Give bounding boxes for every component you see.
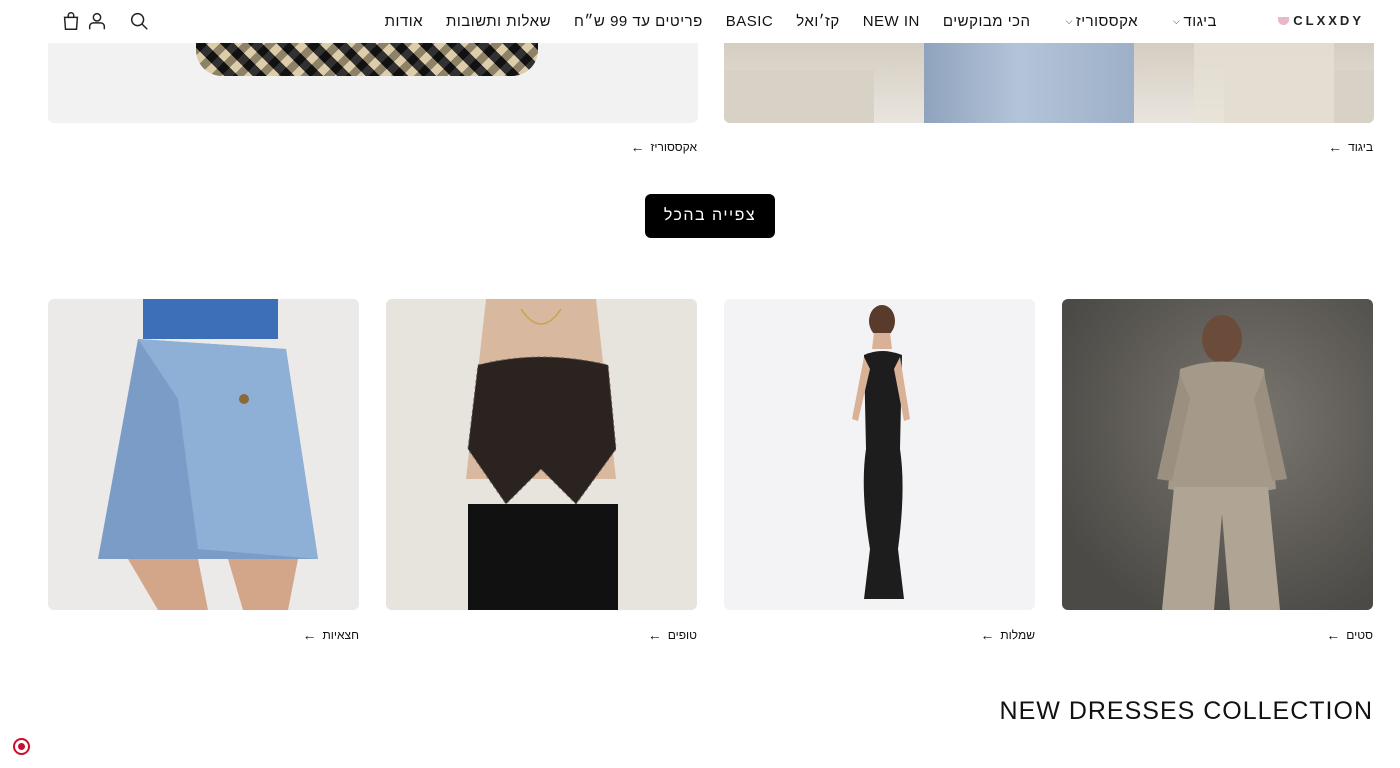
- dresses-photo: [852, 305, 910, 599]
- arrow-left-icon: ←: [630, 139, 645, 155]
- site-logo[interactable]: CLXXDY: [1278, 13, 1364, 28]
- category-link-sets[interactable]: סטים ←: [1326, 628, 1373, 642]
- category-label: חצאיות: [322, 628, 360, 642]
- header-icons: [58, 8, 152, 34]
- banner-ledge: [724, 70, 874, 123]
- category-link-tops[interactable]: טופים ←: [648, 628, 697, 642]
- nav-label: ביגוד: [1183, 13, 1217, 30]
- search-icon[interactable]: [126, 8, 152, 34]
- category-card-sets[interactable]: [1062, 299, 1373, 610]
- nav-label: שאלות ותשובות: [446, 13, 552, 30]
- arrow-left-icon: ←: [302, 627, 317, 643]
- nav-item-clothing[interactable]: ביגוד ⌵: [1173, 13, 1217, 30]
- nav-item-accessories[interactable]: אקססוריז ⌵: [1066, 13, 1138, 30]
- arrow-left-icon: ←: [1328, 139, 1343, 155]
- category-card-dresses[interactable]: [724, 299, 1035, 610]
- nav-item-about[interactable]: אודות: [385, 13, 423, 30]
- arrow-left-icon: ←: [980, 627, 995, 643]
- nav-item-casual[interactable]: קז׳ואל: [796, 13, 839, 30]
- nav-item-bestsellers[interactable]: הכי מבוקשים: [943, 13, 1031, 30]
- logo-mark-icon: [1278, 16, 1290, 25]
- nav-item-faq[interactable]: שאלות ותשובות: [446, 13, 551, 30]
- skirts-photo: [98, 299, 318, 610]
- banner-clothing-link[interactable]: ביגוד ←: [1328, 140, 1373, 154]
- category-card-skirts[interactable]: [48, 299, 359, 610]
- arrow-left-icon: ←: [1326, 627, 1341, 643]
- category-label: טופים: [667, 628, 697, 642]
- banner-label: אקססוריז: [650, 140, 697, 154]
- accessibility-icon[interactable]: [13, 738, 30, 755]
- nav-item-basic[interactable]: BASIC: [726, 13, 774, 30]
- logo-text: CLXXDY: [1293, 13, 1364, 28]
- category-label: שמלות: [1000, 628, 1035, 642]
- sets-photo: [1157, 315, 1287, 610]
- chevron-down-icon: ⌵: [1065, 16, 1073, 26]
- nav-label: קז׳ואל: [796, 13, 840, 30]
- nav-label: אקססוריז: [1075, 13, 1139, 30]
- nav-label: NEW IN: [862, 13, 920, 30]
- category-link-dresses[interactable]: שמלות ←: [980, 628, 1035, 642]
- nav-item-new-in[interactable]: NEW IN: [863, 13, 920, 30]
- tops-photo: [466, 299, 618, 610]
- account-icon[interactable]: [84, 8, 110, 34]
- nav-label: הכי מבוקשים: [942, 13, 1031, 30]
- nav-label: BASIC: [725, 13, 774, 30]
- category-link-skirts[interactable]: חצאיות ←: [303, 628, 360, 642]
- section-title: NEW DRESSES COLLECTION: [999, 697, 1373, 725]
- chevron-down-icon: ⌵: [1173, 16, 1181, 26]
- nav-item-under-99[interactable]: פריטים עד 99 ש״ח: [574, 13, 703, 30]
- banner-label: ביגוד: [1348, 140, 1373, 154]
- category-card-tops[interactable]: [386, 299, 697, 610]
- site-header: CLXXDY ביגוד ⌵ אקססוריז ⌵ הכי מבוקשים NE…: [0, 0, 1400, 43]
- banner-accessories-link[interactable]: אקססוריז ←: [630, 140, 697, 154]
- main-nav: ביגוד ⌵ אקססוריז ⌵ הכי מבוקשים NEW IN קז…: [385, 0, 1217, 43]
- arrow-left-icon: ←: [647, 627, 662, 643]
- view-all-button[interactable]: צפייה בהכל: [645, 194, 775, 238]
- nav-label: אודות: [384, 13, 424, 30]
- cart-icon[interactable]: [58, 8, 84, 34]
- nav-label: פריטים עד 99 ש״ח: [574, 13, 703, 30]
- category-label: סטים: [1346, 628, 1373, 642]
